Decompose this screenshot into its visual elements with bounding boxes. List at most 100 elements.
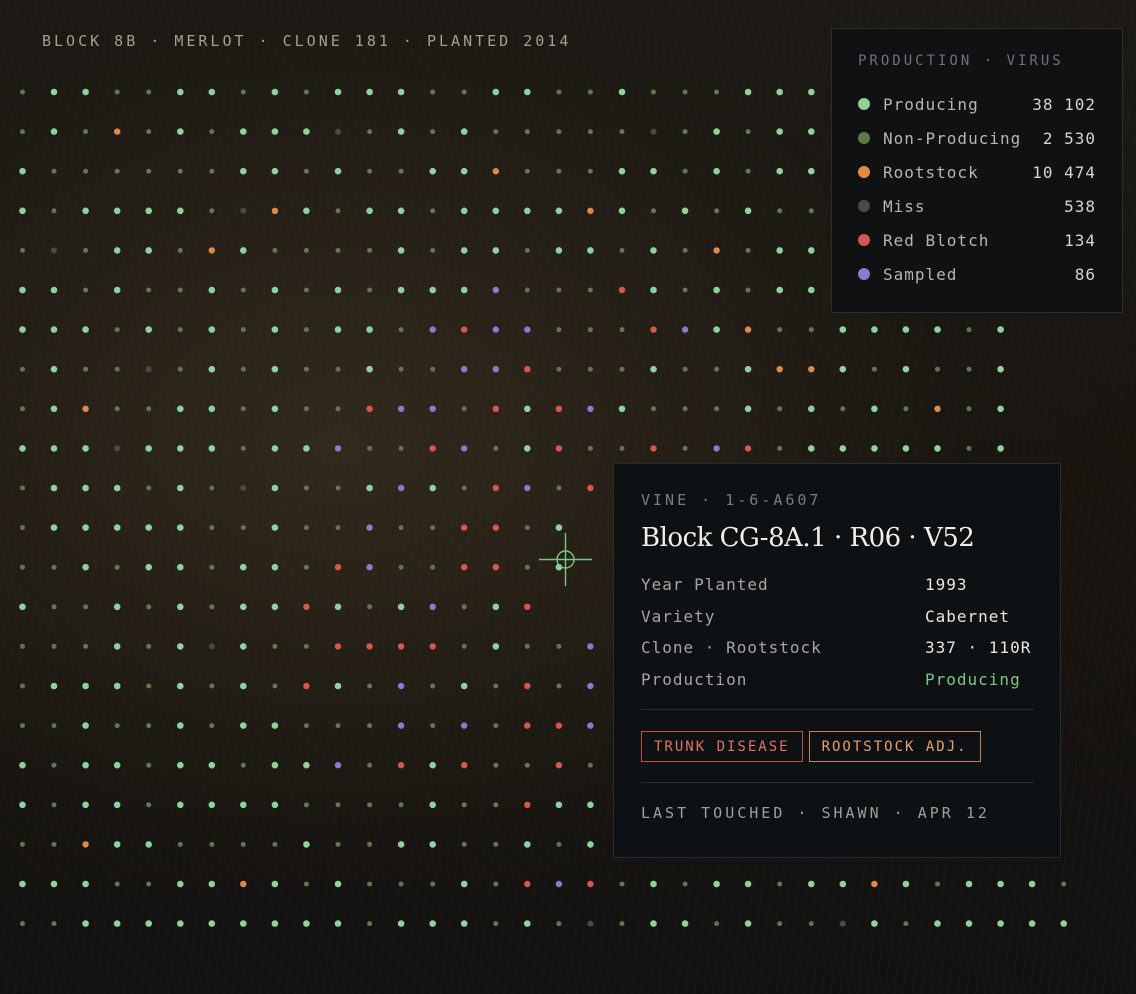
vine-dot-non-producing[interactable] bbox=[461, 485, 467, 491]
vine-dot-red-blotch[interactable] bbox=[587, 880, 594, 888]
vine-dot-producing[interactable] bbox=[460, 920, 468, 927]
vine-dot-producing[interactable] bbox=[555, 247, 563, 254]
vine-dot-non-producing[interactable] bbox=[303, 802, 309, 808]
vine-dot-producing[interactable] bbox=[429, 484, 437, 492]
vine-dot-producing[interactable] bbox=[82, 682, 89, 690]
vine-dot-producing[interactable] bbox=[145, 563, 152, 571]
vine-dot-producing[interactable] bbox=[429, 801, 437, 809]
vine-dot-red-blotch[interactable] bbox=[366, 643, 373, 650]
vine-dot-non-producing[interactable] bbox=[714, 921, 720, 927]
vine-dot-producing[interactable] bbox=[145, 445, 152, 452]
vine-dot-producing[interactable] bbox=[1028, 880, 1036, 888]
vine-dot-non-producing[interactable] bbox=[777, 208, 783, 214]
vine-dot-producing[interactable] bbox=[587, 841, 594, 848]
vine-dot-non-producing[interactable] bbox=[587, 168, 593, 174]
vine-dot-producing[interactable] bbox=[902, 445, 910, 452]
vine-dot-non-producing[interactable] bbox=[808, 921, 814, 927]
vine-dot-non-producing[interactable] bbox=[51, 208, 57, 214]
vine-dot-producing[interactable] bbox=[177, 524, 184, 531]
vine-dot-producing[interactable] bbox=[397, 841, 405, 848]
vine-dot-non-producing[interactable] bbox=[20, 643, 25, 649]
vine-dot-non-producing[interactable] bbox=[367, 881, 373, 887]
vine-dot-non-producing[interactable] bbox=[303, 564, 309, 570]
vine-dot-non-producing[interactable] bbox=[461, 406, 467, 412]
vine-dot-producing[interactable] bbox=[460, 880, 468, 888]
vine-dot-producing[interactable] bbox=[366, 365, 373, 373]
vine-dot-non-producing[interactable] bbox=[83, 366, 89, 372]
vine-dot-producing[interactable] bbox=[681, 920, 689, 927]
vine-dot-producing[interactable] bbox=[303, 128, 310, 135]
vine-dot-non-producing[interactable] bbox=[367, 168, 373, 174]
vine-dot-producing[interactable] bbox=[50, 445, 58, 452]
vine-dot-producing[interactable] bbox=[492, 643, 500, 650]
vine-dot-red-blotch[interactable] bbox=[524, 722, 531, 729]
vine-dot-non-producing[interactable] bbox=[556, 168, 562, 174]
vine-dot-non-producing[interactable] bbox=[367, 247, 373, 253]
vine-dot-non-producing[interactable] bbox=[303, 168, 309, 174]
vine-dot-producing[interactable] bbox=[303, 445, 310, 452]
legend-item-rootstock[interactable]: Rootstock 10 474 bbox=[858, 155, 1096, 189]
vine-dot-producing[interactable] bbox=[934, 445, 941, 452]
vine-dot-non-producing[interactable] bbox=[146, 802, 152, 808]
vine-dot-producing[interactable] bbox=[208, 920, 216, 927]
vine-dot-non-producing[interactable] bbox=[303, 881, 309, 887]
vine-dot-red-blotch[interactable] bbox=[524, 880, 531, 888]
vine-dot-non-producing[interactable] bbox=[430, 564, 436, 570]
vine-dot-red-blotch[interactable] bbox=[650, 326, 657, 333]
vine-dot-non-producing[interactable] bbox=[524, 643, 530, 649]
vine-dot-red-blotch[interactable] bbox=[334, 643, 342, 650]
vine-dot-red-blotch[interactable] bbox=[650, 445, 657, 452]
vine-dot-producing[interactable] bbox=[808, 88, 815, 96]
vine-dot-miss[interactable] bbox=[335, 128, 341, 135]
vine-dot-producing[interactable] bbox=[240, 167, 247, 175]
vine-dot-non-producing[interactable] bbox=[114, 327, 120, 333]
vine-dot-rootstock[interactable] bbox=[776, 366, 783, 373]
vine-dot-producing[interactable] bbox=[618, 207, 626, 215]
vine-dot-non-producing[interactable] bbox=[240, 762, 246, 768]
vine-dot-non-producing[interactable] bbox=[177, 327, 183, 333]
vine-dot-non-producing[interactable] bbox=[587, 327, 593, 333]
vine-dot-non-producing[interactable] bbox=[524, 564, 530, 570]
vine-dot-producing[interactable] bbox=[240, 682, 247, 690]
vine-dot-rootstock[interactable] bbox=[271, 207, 279, 214]
vine-dot-producing[interactable] bbox=[650, 286, 657, 294]
vine-dot-non-producing[interactable] bbox=[524, 762, 530, 768]
vine-dot-producing[interactable] bbox=[82, 563, 89, 571]
vine-dot-non-producing[interactable] bbox=[461, 604, 467, 610]
vine-dot-producing[interactable] bbox=[397, 920, 405, 927]
vine-dot-non-producing[interactable] bbox=[367, 723, 373, 729]
vine-dot-producing[interactable] bbox=[397, 603, 405, 611]
vine-dot-non-producing[interactable] bbox=[935, 366, 940, 372]
vine-dot-producing[interactable] bbox=[334, 880, 342, 888]
vine-dot-non-producing[interactable] bbox=[651, 89, 656, 95]
vine-dot-non-producing[interactable] bbox=[493, 445, 499, 451]
vine-dot-producing[interactable] bbox=[965, 880, 973, 888]
vine-dot-red-blotch[interactable] bbox=[397, 643, 405, 650]
vine-dot-non-producing[interactable] bbox=[398, 881, 404, 887]
crosshair-icon[interactable] bbox=[539, 533, 592, 586]
vine-dot-producing[interactable] bbox=[618, 405, 626, 413]
vine-dot-non-producing[interactable] bbox=[651, 208, 656, 214]
vine-dot-non-producing[interactable] bbox=[430, 247, 436, 253]
vine-dot-producing[interactable] bbox=[177, 603, 184, 611]
vine-dot-non-producing[interactable] bbox=[20, 525, 25, 531]
vine-dot-non-producing[interactable] bbox=[587, 287, 593, 293]
vine-dot-sampled[interactable] bbox=[587, 405, 594, 412]
vine-dot-non-producing[interactable] bbox=[146, 129, 152, 135]
vine-dot-non-producing[interactable] bbox=[745, 168, 751, 174]
vine-dot-producing[interactable] bbox=[524, 920, 531, 927]
vine-dot-non-producing[interactable] bbox=[146, 406, 152, 412]
vine-dot-producing[interactable] bbox=[145, 841, 152, 848]
vine-dot-non-producing[interactable] bbox=[146, 168, 152, 174]
vine-dot-producing[interactable] bbox=[492, 88, 500, 96]
vine-dot-non-producing[interactable] bbox=[493, 762, 499, 768]
vine-dot-non-producing[interactable] bbox=[335, 366, 341, 372]
vine-dot-red-blotch[interactable] bbox=[524, 366, 531, 373]
vine-dot-red-blotch[interactable] bbox=[555, 722, 563, 729]
vine-dot-producing[interactable] bbox=[271, 563, 279, 571]
legend-item-miss[interactable]: Miss 538 bbox=[858, 189, 1096, 223]
legend-item-producing[interactable]: Producing 38 102 bbox=[858, 87, 1096, 121]
vine-dot-producing[interactable] bbox=[177, 563, 184, 571]
vine-dot-producing[interactable] bbox=[744, 405, 752, 413]
vine-dot-non-producing[interactable] bbox=[966, 445, 972, 451]
